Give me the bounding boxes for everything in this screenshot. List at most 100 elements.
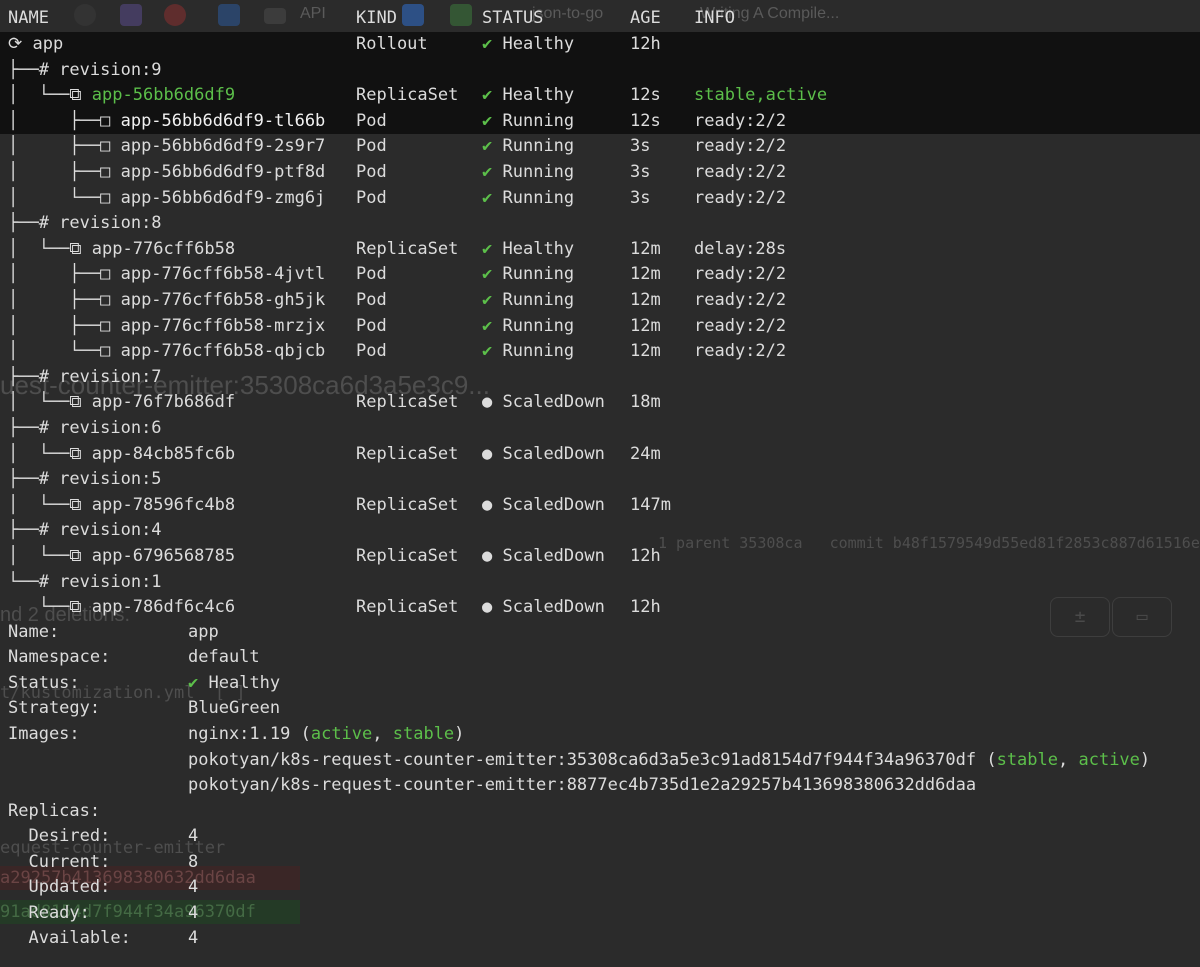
tree-connector: │ └──⧉	[8, 392, 92, 413]
table-row: │ └──⧉ app-56bb6d6df9 ReplicaSet ✔ Healthy…	[0, 83, 1200, 109]
status-text: ScaledDown	[502, 494, 605, 515]
resource-status: ● ScaledDown	[482, 442, 605, 468]
replica-value: 4	[188, 928, 199, 949]
resource-name[interactable]: revision:8	[59, 213, 161, 233]
replica-label: Available:	[8, 928, 131, 949]
table-row: │ └──⧉ app-76f7b686df ReplicaSet ● ScaledD…	[0, 390, 1200, 416]
resource-kind: ReplicaSet	[356, 597, 459, 618]
resource-name[interactable]: app-56bb6d6df9	[92, 85, 235, 105]
resource-info: ready:2/2	[694, 264, 787, 285]
resource-kind: Pod	[356, 162, 387, 182]
resource-kind: Pod	[356, 341, 387, 362]
image-entry: pokotyan/k8s-request-counter-emitter:887…	[188, 773, 976, 799]
table-row: ├──# revision:6	[0, 416, 1200, 442]
resource-name[interactable]: revision:1	[59, 572, 161, 592]
image-close: )	[1139, 749, 1151, 770]
resource-info: ready:2/2	[694, 290, 787, 310]
header-status: STATUS	[482, 8, 544, 28]
resource-name[interactable]: app-776cff6b58-mrzjx	[121, 316, 326, 336]
row-name-cell: │ ├──□ app-776cff6b58-mrzjx	[8, 314, 325, 340]
healthy-check-icon: ✔	[482, 315, 493, 336]
resource-info: ready:2/2	[694, 136, 787, 157]
image-open: (	[976, 749, 997, 770]
status-text: Running	[502, 187, 575, 208]
replica-label: Updated:	[8, 877, 111, 898]
detail-status-text: Healthy	[208, 673, 281, 693]
header-info: INFO	[694, 8, 735, 28]
table-row: ├──# revision:9	[0, 57, 1200, 84]
tree-connector: └──#	[8, 571, 60, 592]
resource-status: ● ScaledDown	[482, 493, 605, 519]
resource-name[interactable]: app-76f7b686df	[92, 392, 235, 412]
table-row: │ └──⧉ app-78596fc4b8 ReplicaSet ● ScaledD…	[0, 493, 1200, 519]
resource-name[interactable]: app-776cff6b58-qbjcb	[121, 341, 326, 361]
healthy-check-icon: ✔	[188, 673, 199, 693]
resource-kind: ReplicaSet	[356, 494, 459, 515]
row-name-cell: │ └──⧉ app-84cb85fc6b	[8, 442, 235, 468]
image-sep: ,	[1058, 749, 1079, 770]
resource-name[interactable]: app	[32, 34, 63, 54]
tree-connector: │ ├──□	[8, 290, 121, 310]
replica-label: Current:	[8, 851, 111, 872]
tree-connector: │ └──□	[8, 341, 121, 362]
header-name: NAME	[8, 8, 49, 28]
image-name: nginx:1.19	[188, 724, 291, 744]
resource-name[interactable]: revision:9	[59, 60, 161, 80]
table-row: │ └──⧉ app-84cb85fc6b ReplicaSet ● ScaledD…	[0, 442, 1200, 468]
resource-name[interactable]: app-776cff6b58-4jvtl	[121, 264, 326, 284]
tree-connector: │ ├──□	[8, 315, 121, 336]
replica-value: 4	[188, 877, 199, 898]
table-row: └──⧉ app-786df6c4c6 ReplicaSet ● ScaledDow…	[0, 595, 1200, 621]
resource-status: ● ScaledDown	[482, 390, 605, 416]
resource-status: ✔ Running	[482, 262, 574, 288]
resource-status: ✔ Running	[482, 288, 574, 314]
resource-age: 3s	[630, 162, 651, 182]
status-text: Healthy	[502, 238, 575, 259]
status-text: Running	[502, 136, 575, 157]
resource-kind: ReplicaSet	[356, 443, 459, 464]
resource-name[interactable]: revision:6	[59, 418, 161, 438]
scaled-down-dot-icon: ●	[482, 494, 493, 515]
table-row: │ ├──□ app-56bb6d6df9-tl66b Pod ✔ Running 1…	[0, 108, 1200, 135]
healthy-check-icon: ✔	[482, 85, 493, 106]
resource-name[interactable]: app-78596fc4b8	[92, 495, 235, 515]
resource-age: 12m	[630, 238, 661, 259]
resource-info: ready:2/2	[694, 341, 787, 362]
resource-name[interactable]: app-56bb6d6df9-2s9r7	[121, 136, 326, 156]
healthy-check-icon: ✔	[482, 187, 493, 208]
row-name-cell: │ ├──□ app-56bb6d6df9-tl66b	[8, 109, 325, 135]
image-t1: active	[310, 724, 373, 744]
detail-strategy-value: BlueGreen	[188, 698, 281, 718]
tree-connector: │ └──□	[8, 187, 121, 208]
row-name-cell: │ └──⧉ app-6796568785	[8, 544, 235, 570]
header-kind: KIND	[356, 8, 397, 28]
resource-name[interactable]: app-84cb85fc6b	[92, 444, 235, 464]
resource-status: ● ScaledDown	[482, 595, 605, 621]
resource-info: ready:2/2	[694, 315, 787, 336]
resource-name[interactable]: revision:5	[59, 469, 161, 489]
row-name-cell: ├──# revision:4	[8, 518, 162, 544]
replica-value: 4	[188, 826, 199, 846]
resource-name[interactable]: revision:7	[59, 367, 161, 387]
resource-name[interactable]: app-56bb6d6df9-zmg6j	[121, 188, 326, 208]
resource-age: 24m	[630, 443, 661, 464]
row-name-cell: │ └──⧉ app-56bb6d6df9	[8, 83, 235, 109]
resource-name[interactable]: app-6796568785	[92, 546, 235, 566]
resource-name[interactable]: revision:4	[59, 520, 161, 540]
detail-name-value: app	[188, 622, 219, 642]
resource-name[interactable]: app-776cff6b58-gh5jk	[121, 290, 326, 310]
status-text: ScaledDown	[502, 597, 605, 618]
resource-age: 3s	[630, 187, 651, 208]
detail-images-label: Images:	[8, 724, 80, 744]
resource-name[interactable]: app-776cff6b58	[92, 239, 235, 259]
resource-name[interactable]: app-56bb6d6df9-tl66b	[121, 111, 326, 131]
scaled-down-dot-icon: ●	[482, 392, 493, 413]
table-row: │ └──⧉ app-6796568785 ReplicaSet ● ScaledD…	[0, 544, 1200, 570]
status-text: Running	[502, 162, 575, 182]
status-text: ScaledDown	[502, 546, 605, 566]
resource-name[interactable]: app-786df6c4c6	[92, 597, 235, 617]
image-close: )	[454, 724, 465, 744]
table-row: │ ├──□ app-56bb6d6df9-2s9r7 Pod ✔ Running 3…	[0, 134, 1200, 160]
resource-name[interactable]: app-56bb6d6df9-ptf8d	[121, 162, 326, 182]
status-text: Running	[502, 315, 575, 336]
